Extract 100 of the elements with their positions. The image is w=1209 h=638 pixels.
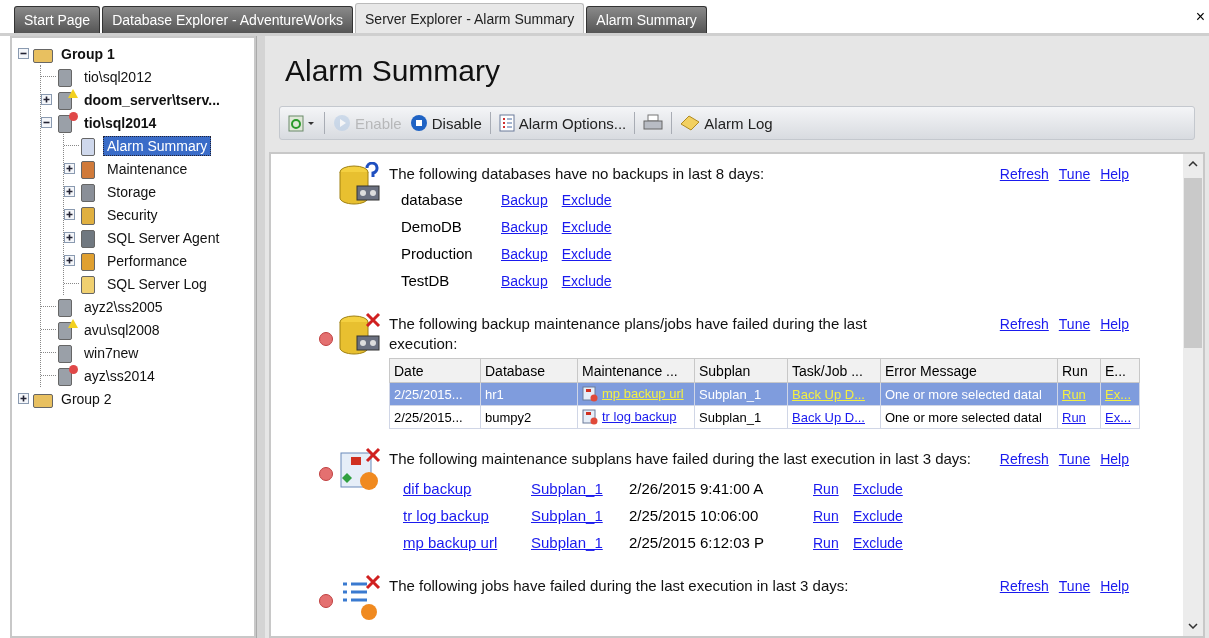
table-cell: 2/25/2015... — [394, 409, 463, 425]
expand-icon[interactable] — [64, 163, 75, 174]
link[interactable]: Exclude — [853, 534, 903, 551]
tree-item[interactable]: Storage — [64, 181, 161, 202]
tree-item[interactable]: tio\sql2012 — [41, 66, 156, 87]
expand-icon[interactable] — [64, 209, 75, 220]
table-row[interactable]: 2/25/2015... bumpy2 tr log backup Subplan_1 Back Up D... One or more selected datal Run Ex... — [389, 405, 1140, 429]
link[interactable]: Backup — [501, 218, 548, 235]
tree-item[interactable]: Security — [64, 204, 162, 225]
server-icon — [58, 68, 72, 87]
toolbar-button[interactable]: Disable — [407, 112, 484, 134]
link[interactable]: Tune — [1058, 166, 1091, 182]
link[interactable]: Help — [1100, 316, 1129, 332]
tree-item[interactable]: tio\sql2014 — [41, 112, 161, 133]
link[interactable]: Exclude — [561, 218, 612, 235]
section-text: The following maintenance subplans have failed during the last execution in last 3 days: — [389, 449, 973, 469]
plan-icon — [582, 409, 598, 426]
link[interactable]: Help — [1100, 578, 1129, 594]
server-icon — [58, 367, 72, 386]
tree-item[interactable]: doom_server\tserv... — [41, 89, 224, 110]
link[interactable]: Help — [1100, 451, 1129, 467]
link[interactable]: Refresh — [999, 316, 1049, 332]
close-button[interactable]: × — [1191, 8, 1209, 26]
tree-item[interactable]: Group 2 — [18, 388, 116, 409]
link[interactable]: Run — [813, 507, 853, 524]
link[interactable]: Exclude — [561, 245, 612, 262]
column-header[interactable]: Run — [1057, 358, 1101, 383]
collapse-icon[interactable] — [18, 48, 29, 59]
folder-icon — [33, 393, 53, 408]
toolbar-button[interactable]: Alarm Options... — [496, 112, 629, 134]
column-header[interactable]: E... — [1100, 358, 1140, 383]
tab[interactable]: Start Page — [14, 6, 101, 33]
tree-item[interactable]: win7new — [41, 342, 143, 363]
table-cell: hr1 — [485, 386, 504, 402]
database-name: TestDB — [400, 272, 451, 289]
link[interactable]: Subplan_1 — [531, 480, 629, 497]
server-icon — [58, 298, 72, 317]
link[interactable]: Tune — [1058, 578, 1091, 594]
link[interactable]: Tune — [1058, 316, 1091, 332]
tree-item[interactable]: Maintenance — [64, 158, 192, 179]
column-header[interactable]: Error Message — [880, 358, 1058, 383]
tree-item[interactable]: ayz2\ss2005 — [41, 296, 167, 317]
link[interactable]: mp backup url — [403, 534, 531, 551]
link[interactable]: Refresh — [999, 578, 1049, 594]
link[interactable]: Run — [813, 534, 853, 551]
link[interactable]: Exclude — [853, 480, 903, 497]
link[interactable]: Tune — [1058, 451, 1091, 467]
tab[interactable]: Alarm Summary — [586, 6, 707, 33]
tree-item[interactable]: avu\sql2008 — [41, 319, 164, 340]
expand-icon[interactable] — [41, 94, 52, 105]
expand-icon[interactable] — [64, 186, 75, 197]
column-header[interactable]: Maintenance ... — [577, 358, 695, 383]
tree-item[interactable]: Performance — [64, 250, 192, 271]
scroll-up-icon[interactable] — [1188, 161, 1198, 167]
column-header[interactable]: Database — [480, 358, 578, 383]
table-cell: One or more selected datal — [885, 409, 1042, 425]
table-cell: Subplan_1 — [699, 409, 762, 425]
link[interactable]: Exclude — [853, 507, 903, 524]
link[interactable]: Run — [813, 480, 853, 497]
link[interactable]: Refresh — [999, 451, 1049, 467]
link[interactable]: Subplan_1 — [531, 534, 629, 551]
splitter-handle[interactable] — [256, 36, 265, 638]
expand-icon[interactable] — [64, 232, 75, 243]
tree-item[interactable]: ayz\ss2014 — [41, 365, 159, 386]
expand-icon[interactable] — [18, 393, 29, 404]
section-text: The following jobs have failed during the last execution in last 3 days: — [389, 576, 850, 596]
tab[interactable]: Server Explorer - Alarm Summary — [355, 3, 585, 33]
section-text: The following databases have no backups in last 8 days: — [389, 164, 766, 184]
link[interactable]: dif backup — [403, 480, 531, 497]
scroll-down-icon[interactable] — [1188, 623, 1198, 629]
link[interactable]: Backup — [501, 245, 548, 262]
column-header[interactable]: Date — [389, 358, 481, 383]
link[interactable]: Refresh — [999, 166, 1049, 182]
link[interactable]: tr log backup — [403, 507, 531, 524]
link[interactable]: Help — [1100, 166, 1129, 182]
link[interactable]: Exclude — [561, 272, 612, 289]
tree-item[interactable]: SQL Server Agent — [64, 227, 224, 248]
database-name: database — [400, 191, 464, 208]
folder-icon — [33, 48, 53, 63]
column-header[interactable]: Task/Job ... — [787, 358, 881, 383]
link[interactable]: Subplan_1 — [531, 507, 629, 524]
play-icon — [333, 114, 351, 132]
table-cell: 2/25/2015... — [394, 386, 463, 402]
tab[interactable]: Database Explorer - AdventureWorks — [102, 6, 353, 33]
link[interactable]: Backup — [501, 191, 548, 208]
time-text: 2/26/2015 9:41:00 A — [629, 480, 765, 497]
link[interactable]: Exclude — [561, 191, 612, 208]
tree-item[interactable]: SQL Server Log — [64, 273, 211, 294]
expand-icon[interactable] — [64, 255, 75, 266]
server-icon — [58, 114, 72, 133]
tree-item[interactable]: Group 1 — [18, 43, 119, 64]
printer-icon — [643, 114, 664, 132]
toolbar-button[interactable]: Alarm Log — [678, 112, 775, 134]
scrollbar[interactable] — [1183, 154, 1203, 636]
column-header[interactable]: Subplan — [694, 358, 788, 383]
server-icon — [58, 91, 72, 110]
table-cell: Subplan_1 — [699, 386, 762, 402]
collapse-icon[interactable] — [41, 117, 52, 128]
server-icon — [58, 344, 72, 363]
link[interactable]: Backup — [501, 272, 548, 289]
